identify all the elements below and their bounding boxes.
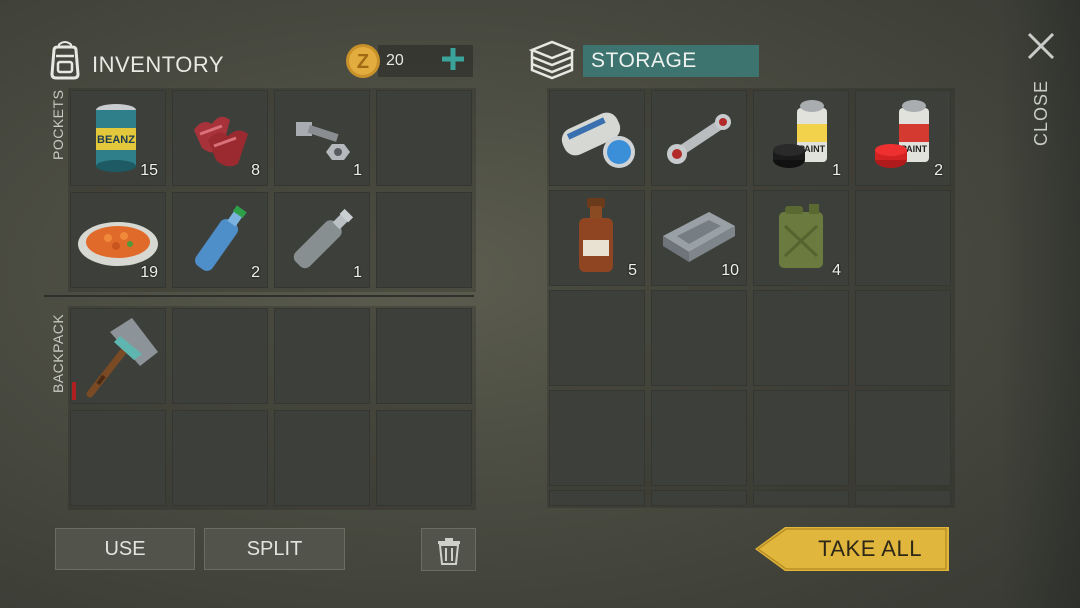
svg-text:Z: Z xyxy=(357,51,369,73)
item-quantity: 19 xyxy=(140,264,158,281)
backpack-slot-empty[interactable] xyxy=(274,410,370,506)
pocket-slot[interactable]: 1 xyxy=(274,192,370,288)
split-button-label: SPLIT xyxy=(246,537,303,560)
backpack-icon xyxy=(50,41,80,80)
item-quantity: 1 xyxy=(353,264,362,281)
pockets-label: POCKETS xyxy=(50,89,66,160)
inventory-title: INVENTORY xyxy=(92,52,225,77)
trash-icon xyxy=(438,538,460,565)
storage-title: STORAGE xyxy=(583,45,759,77)
backpack-label: BACKPACK xyxy=(50,313,66,393)
storage-slot[interactable]: PAINT 2 xyxy=(855,90,951,186)
storage-slot-empty[interactable] xyxy=(651,290,747,386)
storage-slot-empty[interactable] xyxy=(855,290,951,386)
durability-bar xyxy=(72,382,76,400)
connecting-rod-icon xyxy=(667,114,731,164)
storage-slot-empty[interactable] xyxy=(855,490,951,506)
split-button[interactable]: SPLIT xyxy=(204,528,345,570)
item-quantity: 15 xyxy=(140,162,158,179)
item-quantity: 2 xyxy=(934,162,943,179)
storage-slot-empty[interactable] xyxy=(753,390,849,486)
storage-slot-empty[interactable] xyxy=(855,390,951,486)
item-quantity: 4 xyxy=(832,262,841,279)
storage-slot[interactable]: 10 xyxy=(651,190,747,286)
use-button[interactable]: USE xyxy=(55,528,195,570)
svg-text:BEANZ: BEANZ xyxy=(97,134,135,146)
storage-slot-empty[interactable] xyxy=(753,490,849,506)
take-all-label: TAKE ALL xyxy=(818,536,922,561)
item-quantity: 10 xyxy=(721,262,739,279)
storage-slot-empty[interactable] xyxy=(549,390,645,486)
storage-slot-empty[interactable] xyxy=(753,290,849,386)
close-icon xyxy=(1027,32,1055,60)
storage-slot-empty[interactable] xyxy=(549,490,645,506)
storage-slot-empty[interactable] xyxy=(651,490,747,506)
delete-button[interactable] xyxy=(421,528,476,571)
take-all-button[interactable]: TAKE ALL xyxy=(755,527,949,571)
item-quantity: 2 xyxy=(251,264,260,281)
item-quantity: 1 xyxy=(832,162,841,179)
backpack-slot-empty[interactable] xyxy=(376,308,472,404)
storage-slot-empty[interactable] xyxy=(549,290,645,386)
pocket-slot[interactable]: 1 xyxy=(274,90,370,186)
backpack-slot-empty[interactable] xyxy=(376,410,472,506)
storage-slot-empty[interactable] xyxy=(855,190,951,286)
storage-slot[interactable] xyxy=(651,90,747,186)
newspaper-and-tape-icon xyxy=(561,112,635,168)
pocket-slot-empty[interactable] xyxy=(376,90,472,186)
pocket-slot-empty[interactable] xyxy=(376,192,472,288)
storage-slot[interactable]: 4 xyxy=(753,190,849,286)
add-coins-button[interactable] xyxy=(440,46,466,72)
coin-icon: Z xyxy=(346,44,380,78)
backpack-slot-empty[interactable] xyxy=(274,308,370,404)
storage-slot[interactable] xyxy=(549,90,645,186)
backpack-slot-empty[interactable] xyxy=(172,308,268,404)
backpack-slot-empty[interactable] xyxy=(70,410,166,506)
use-button-label: USE xyxy=(104,537,146,560)
storage-box-icon xyxy=(528,40,576,80)
item-quantity: 8 xyxy=(251,162,260,179)
stone-hammer-icon xyxy=(86,318,158,398)
item-quantity: 1 xyxy=(353,162,362,179)
coin-count: 20 xyxy=(386,52,404,69)
storage-slot-empty[interactable] xyxy=(651,390,747,486)
storage-slot[interactable]: PAINT 1 xyxy=(753,90,849,186)
pocket-slot[interactable]: 8 xyxy=(172,90,268,186)
pocket-slot[interactable]: 2 xyxy=(172,192,268,288)
pocket-slot[interactable]: 19 xyxy=(70,192,166,288)
storage-slot[interactable]: 5 xyxy=(549,190,645,286)
section-divider xyxy=(44,295,474,297)
close-label: CLOSE xyxy=(1030,79,1051,147)
item-quantity: 5 xyxy=(628,262,637,279)
backpack-slot[interactable] xyxy=(70,308,166,404)
pocket-slot[interactable]: BEANZ 15 xyxy=(70,90,166,186)
backpack-slot-empty[interactable] xyxy=(172,410,268,506)
